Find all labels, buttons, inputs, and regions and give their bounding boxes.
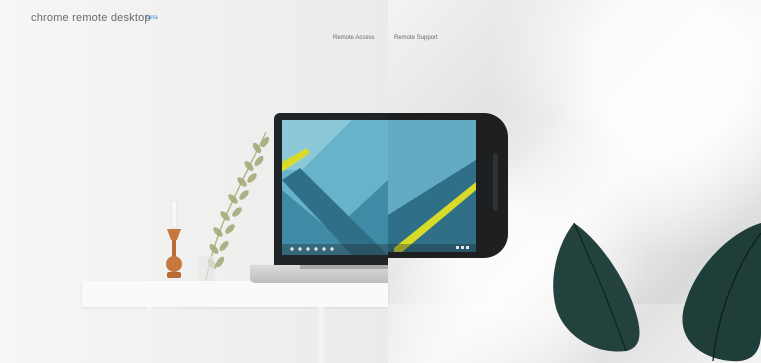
white-table-top xyxy=(82,281,388,307)
beta-badge: beta xyxy=(146,15,158,21)
table-leg xyxy=(318,307,324,363)
laptop-wallpaper xyxy=(282,120,388,255)
laptop-hinge xyxy=(300,265,388,269)
landing-page: chrome remote desktop beta Remote Access… xyxy=(0,0,761,363)
nav-remote-support-link[interactable]: Remote Support xyxy=(394,35,438,41)
eucalyptus-branch-icon xyxy=(199,131,270,284)
nav-remote-access-link[interactable]: Remote Access xyxy=(333,35,375,41)
phone-speaker-grill xyxy=(493,153,498,211)
product-title: chrome remote desktop xyxy=(31,12,151,24)
candle-holder-icon xyxy=(166,200,182,278)
fig-leaf-icon xyxy=(553,223,761,362)
phone-wallpaper xyxy=(388,120,476,252)
table-leg xyxy=(146,307,152,363)
